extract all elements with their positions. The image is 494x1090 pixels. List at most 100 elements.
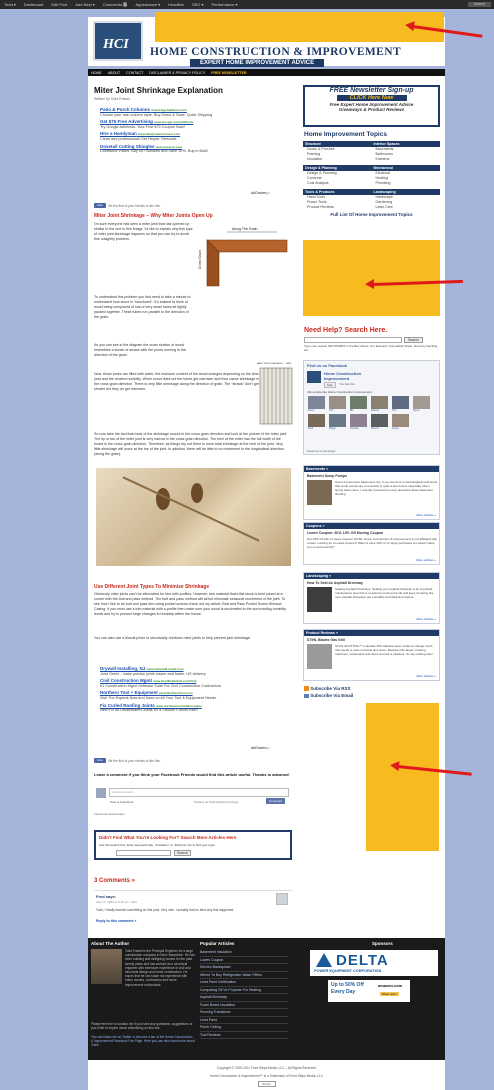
more-articles-link[interactable]: More articles »: [416, 674, 436, 678]
topic-link[interactable]: Product Reviews: [303, 205, 372, 210]
ad-url[interactable]: www.njdrywall-repair.com: [147, 667, 184, 671]
category-box-head[interactable]: Basements »: [304, 466, 439, 472]
ad-title[interactable]: Dovetail Cutting Shingles: [100, 144, 155, 149]
fb-page-name[interactable]: Home Construction Improvement: [324, 371, 384, 381]
admin-comments-link[interactable]: Comments 3: [103, 2, 128, 7]
popular-article-link[interactable]: Asphalt Driveway: [200, 994, 288, 1002]
category-box-head[interactable]: Product Reviews »: [304, 630, 439, 636]
topic-link[interactable]: Lawn Care: [372, 205, 441, 210]
fb-friend[interactable]: Tom: [392, 396, 411, 412]
ad-title[interactable]: Patio & Porch Columns: [100, 107, 150, 112]
ad-url[interactable]: www.northeasternbuildersupply: [156, 704, 202, 708]
fb-friend[interactable]: Jeff: [329, 396, 348, 412]
category-box-title[interactable]: Lowes Coupon: 2011 10% Off Moving Coupon: [307, 531, 383, 535]
ad-item[interactable]: Drywall Installing, NJ www.njdrywall-rep…: [100, 666, 250, 676]
ad-url[interactable]: www.NorthernTool.com: [159, 691, 193, 695]
admin-dashboard-link[interactable]: Dashboard: [24, 2, 44, 7]
popular-article-link[interactable]: Lead Paint: [200, 1017, 288, 1024]
more-articles-link[interactable]: More articles »: [416, 617, 436, 621]
ad-item[interactable]: Dovetail Cutting Shingles www.Amazon.com…: [100, 144, 250, 154]
admin-link[interactable]: Admin: [257, 1081, 276, 1087]
ad-url[interactable]: www.Amazon.com: [156, 145, 182, 149]
fb-page-like-button[interactable]: Like: [324, 382, 336, 388]
admin-headline-link[interactable]: Headline: [168, 2, 184, 7]
ad-url[interactable]: www.Google.com/AdWords: [154, 120, 193, 124]
ad-title[interactable]: Hire a Handyman: [100, 131, 137, 137]
subscribe-rss-link[interactable]: Subscribe Via RSS: [304, 686, 350, 692]
popular-article-link[interactable]: Where To Buy Refrigerator Water Filters: [200, 972, 288, 979]
site-title[interactable]: HOME CONSTRUCTION & IMPROVEMENT: [150, 46, 401, 58]
site-logo[interactable]: HCI: [93, 21, 143, 61]
comment-reply-link[interactable]: Reply to this comment »: [96, 919, 136, 923]
article-thumbnail[interactable]: [307, 480, 332, 505]
category-box-head[interactable]: Coupons »: [304, 523, 439, 529]
admin-edit-post-link[interactable]: Edit Post: [51, 2, 67, 7]
topic-link[interactable]: Plumbing: [372, 181, 441, 186]
popular-article-link[interactable]: Lead Paint Certification: [200, 979, 288, 987]
popular-article-link[interactable]: Comparing Oil Vs Propane For Heating: [200, 987, 288, 994]
topic-link[interactable]: Insulation: [303, 157, 372, 162]
ad-item[interactable]: Civil Construction Mgmt www.HardDollarSo…: [100, 678, 250, 688]
adchoices-link[interactable]: AdChoices ▷: [251, 191, 270, 195]
popular-article-link[interactable]: Porch Ceiling: [200, 1024, 288, 1032]
nav-home[interactable]: HOME: [91, 71, 102, 75]
fb-friend[interactable]: Bill: [350, 396, 369, 412]
category-box-title[interactable]: STIHL Blades Gas Grill: [307, 638, 345, 642]
adchoices-link[interactable]: AdChoices ▷: [251, 746, 270, 750]
topic-link[interactable]: Cost Analysis: [303, 181, 372, 186]
sidebar-search-input[interactable]: [304, 337, 402, 343]
fb-friend[interactable]: Jason: [392, 414, 411, 430]
fb-friend[interactable]: Steve: [413, 396, 432, 412]
admin-seo-menu[interactable]: SEO ▾: [192, 2, 204, 7]
ad-item[interactable]: Northern Tool + Equipment www.NorthernTo…: [100, 691, 250, 700]
search-more-button[interactable]: Search: [174, 850, 192, 856]
topic-link[interactable]: Kitchens: [372, 157, 441, 162]
ad-title[interactable]: Get $75 Free Advertising: [100, 119, 153, 124]
category-box-title[interactable]: How To Seal An Asphalt Driveway: [307, 581, 363, 585]
category-box-head[interactable]: Landscaping »: [304, 573, 439, 579]
ad-item[interactable]: Hire a Handyman www.HandymanConnect.com C…: [100, 132, 250, 141]
search-more-input[interactable]: [116, 850, 171, 856]
amazon-sponsor-ad[interactable]: Up to 50% Off Every Day amazon.com Shop …: [328, 980, 410, 1002]
ad-item[interactable]: Patio & Porch Columns www.FlagshipDirect…: [100, 107, 250, 117]
fb-post-to-checkbox[interactable]: Post to Facebook: [110, 800, 133, 804]
ad-item[interactable]: Fix Curled Roofing Joints www.northeaste…: [100, 703, 250, 713]
delta-sponsor-ad[interactable]: DELTA POWER EQUIPMENT CORPORATION: [310, 950, 438, 976]
admin-performance-menu[interactable]: Performance ▾: [212, 2, 238, 7]
newsletter-banner[interactable]: FREE Newsletter Sign-up CLICK Here Now F…: [303, 85, 440, 127]
popular-article-link[interactable]: Kitchen Backsplash: [200, 964, 288, 972]
popular-article-link[interactable]: Flooring Transitions: [200, 1009, 288, 1017]
popular-article-link[interactable]: Foam Board Insulation: [200, 1002, 288, 1009]
nav-disclaimer[interactable]: DISCLAIMER & PRIVACY POLICY: [149, 71, 205, 75]
nav-contact[interactable]: CONTACT: [126, 71, 143, 75]
admin-add-new-menu[interactable]: Add New ▾: [75, 2, 94, 7]
admin-search-input[interactable]: Search: [467, 2, 491, 7]
sidebar-search-button[interactable]: Search: [404, 337, 424, 343]
subscribe-email-link[interactable]: Subscribe Via Email: [304, 693, 353, 698]
ad-title[interactable]: Northern Tool + Equipment: [100, 690, 158, 696]
amazon-shop-button[interactable]: Shop now ›: [380, 992, 400, 996]
ad-url[interactable]: www.HardDollarSoft.com/Civil: [153, 679, 196, 683]
popular-article-link[interactable]: Basement Insulation: [200, 949, 288, 957]
ad-title[interactable]: Civil Construction Mgmt: [100, 678, 152, 683]
fb-like-button[interactable]: Like: [94, 203, 106, 208]
popular-article-link[interactable]: Tool Reviews: [200, 1032, 288, 1039]
nav-free-newsletter[interactable]: FREE NEWSLETTER: [211, 71, 246, 75]
fb-comment-button[interactable]: Comment: [266, 798, 286, 804]
category-box-title[interactable]: Basement Sump Pumps: [307, 474, 347, 478]
admin-appearance-menu[interactable]: Appearance ▾: [135, 2, 160, 7]
more-articles-link[interactable]: More articles »: [416, 558, 436, 562]
ad-item[interactable]: Get $75 Free Advertising www.Google.com/…: [100, 119, 250, 129]
fb-friend[interactable]: Paul: [308, 414, 327, 430]
fb-friend[interactable]: Roger: [329, 414, 348, 430]
ad-url[interactable]: www.HandymanConnect.com: [138, 132, 180, 136]
fb-friend[interactable]: Warren: [371, 396, 390, 412]
popular-article-link[interactable]: Lowes Coupon: [200, 957, 288, 964]
ad-title[interactable]: Fix Curled Roofing Joints: [100, 703, 155, 708]
fb-friend[interactable]: Jessica: [350, 414, 369, 430]
newsletter-click[interactable]: CLICK Here Now: [336, 95, 407, 101]
fb-comment-input[interactable]: Add a comment...: [109, 788, 289, 797]
admin-user-menu[interactable]: Todd ▾: [4, 2, 16, 7]
nav-about[interactable]: ABOUT: [108, 71, 120, 75]
article-thumbnail[interactable]: [307, 644, 332, 669]
